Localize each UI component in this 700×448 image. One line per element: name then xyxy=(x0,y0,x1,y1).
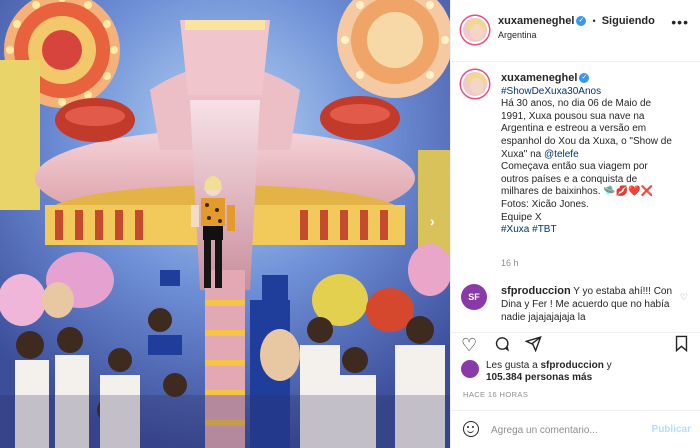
bookmark-icon[interactable] xyxy=(674,335,689,357)
stage-scene-illustration: › xyxy=(0,0,450,448)
instagram-post: › xuxameneghel ✓ • Siguiendo Argentina ••… xyxy=(0,0,700,448)
hashtag-link[interactable]: #ShowDeXuxa30Anos xyxy=(501,86,691,99)
caption-timestamp: 16 h xyxy=(501,258,519,268)
mention-link[interactable]: @telefe xyxy=(544,149,579,160)
author-username[interactable]: xuxameneghel xyxy=(498,15,574,27)
caption-line: Fotos: Xicão Jones. xyxy=(501,198,589,210)
comment-input[interactable] xyxy=(491,421,641,439)
next-photo-icon: › xyxy=(430,213,435,229)
commenter-username[interactable]: sfproduccion xyxy=(501,285,571,297)
likes-count[interactable]: 105.384 personas más xyxy=(486,372,592,383)
caption-line: Equipe X xyxy=(501,211,542,223)
verified-badge-icon: ✓ xyxy=(579,73,590,84)
post-photo[interactable]: › xyxy=(0,0,450,448)
post-header: xuxameneghel ✓ • Siguiendo Argentina ••• xyxy=(451,0,700,62)
comments-section: xuxameneghel ✓ #ShowDeXuxa30Anos Há 30 an… xyxy=(451,62,700,332)
caption-username[interactable]: xuxameneghel xyxy=(501,72,577,84)
header-separator: • xyxy=(592,16,596,26)
caption-line: outros países e a conquista de xyxy=(501,173,638,185)
caption-line: Argentina e estreou a versão em xyxy=(501,123,647,135)
add-comment-bar: Publicar xyxy=(451,410,700,448)
post-side-panel: xuxameneghel ✓ • Siguiendo Argentina ••• … xyxy=(450,0,700,448)
liker-avatar[interactable] xyxy=(461,360,479,378)
post-time-ago: HACE 16 HORAS xyxy=(463,390,529,399)
caption-line: Começava então sua viagem por xyxy=(501,161,648,173)
caption-line: Xuxa" na xyxy=(501,148,542,160)
publish-button[interactable]: Publicar xyxy=(652,424,691,435)
comment-like-heart-icon[interactable]: ♡ xyxy=(680,292,688,303)
emoji-icon[interactable] xyxy=(463,421,479,437)
follow-status-button[interactable]: Siguiendo xyxy=(602,15,655,27)
caption-line: Há 30 anos, no dia 06 de Maio de xyxy=(501,98,652,110)
author-avatar[interactable] xyxy=(461,16,489,44)
likes-prefix: Les gusta a xyxy=(486,360,538,371)
post-location[interactable]: Argentina xyxy=(498,30,537,40)
caption-line: espanhol do Xou da Xuxa, o "Show de xyxy=(501,135,672,147)
more-options-icon[interactable]: ••• xyxy=(671,14,689,30)
commenter-avatar[interactable]: SF xyxy=(461,284,487,310)
heart-icon[interactable]: ♡ xyxy=(461,335,477,356)
liker-username[interactable]: sfproduccion xyxy=(541,360,604,371)
comment-text-block: sfproduccion Y yo estaba ahí!!! Con Dina… xyxy=(501,285,681,324)
caption-text: xuxameneghel ✓ #ShowDeXuxa30Anos Há 30 an… xyxy=(501,72,691,237)
caption-author-avatar[interactable] xyxy=(461,70,489,98)
verified-badge-icon: ✓ xyxy=(576,16,587,27)
action-bar: ♡ xyxy=(451,332,700,356)
comment-icon[interactable] xyxy=(493,335,510,357)
caption-line: milhares de baixinhos. 🛸💋❤️❌ xyxy=(501,186,654,198)
caption-line: 1991, Xuxa pousou sua nave na xyxy=(501,110,645,122)
hashtag-link[interactable]: #Xuxa #TBT xyxy=(501,224,691,237)
likes-conj: y xyxy=(606,360,612,371)
share-icon[interactable] xyxy=(524,335,542,357)
